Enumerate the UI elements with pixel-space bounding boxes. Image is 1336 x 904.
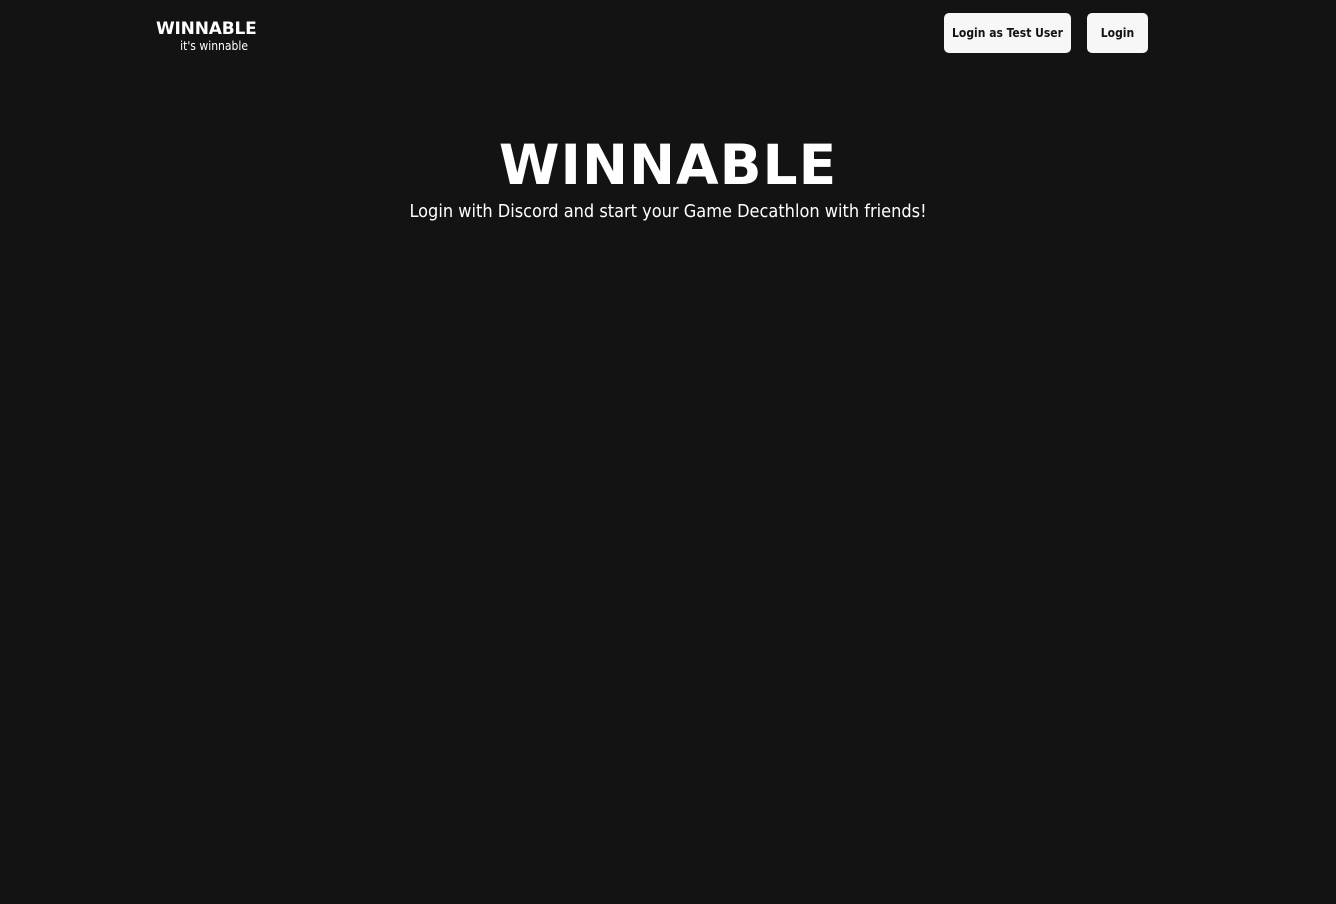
brand-logo[interactable]: WINNABLE it's winnable — [156, 19, 257, 54]
hero-title: WINNABLE — [498, 133, 838, 197]
hero-subtitle: Login with Discord and start your Game D… — [409, 201, 927, 222]
brand-tagline: it's winnable — [180, 39, 248, 53]
login-button[interactable]: Login — [1087, 13, 1148, 53]
brand-name: WINNABLE — [156, 19, 257, 39]
hero-section: WINNABLE Login with Discord and start yo… — [0, 132, 1336, 224]
top-navbar: WINNABLE it's winnable Login as Test Use… — [0, 0, 1336, 66]
page: WINNABLE it's winnable Login as Test Use… — [0, 0, 1336, 904]
login-as-test-user-button[interactable]: Login as Test User — [944, 13, 1071, 53]
